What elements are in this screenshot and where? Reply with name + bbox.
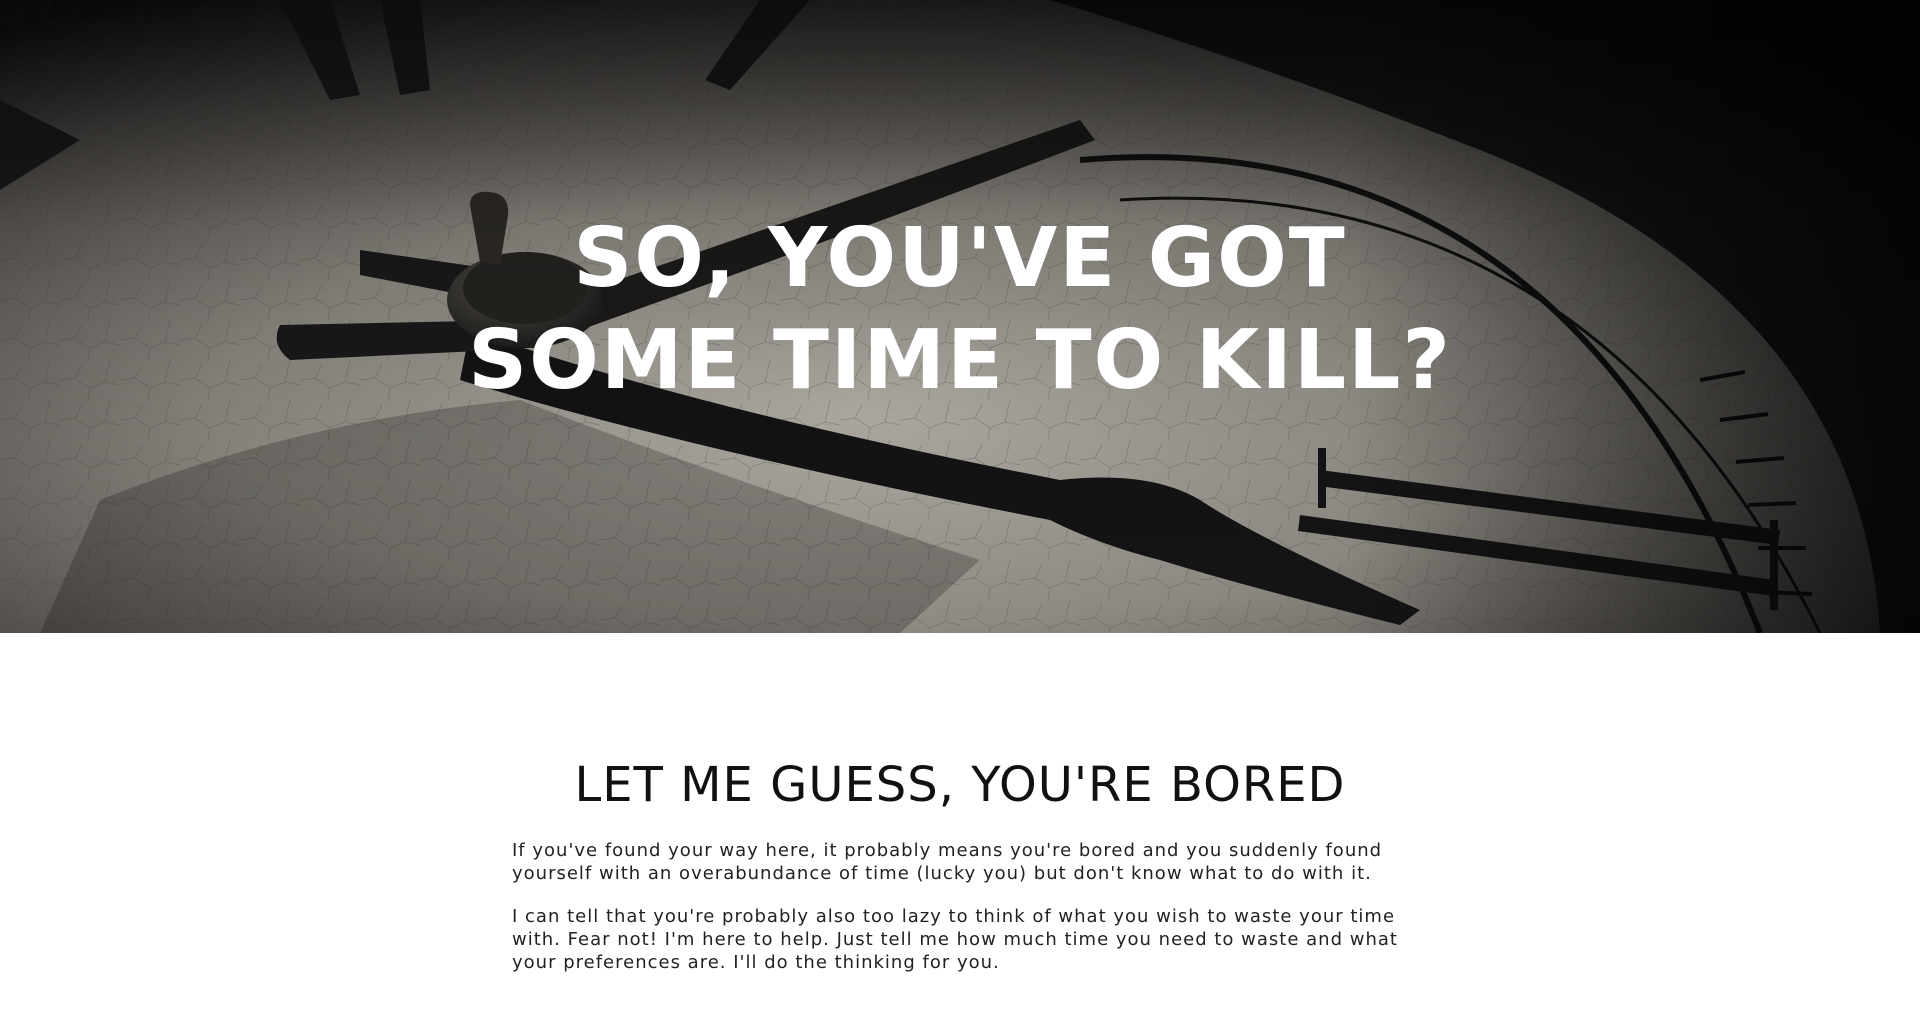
intro-paragraph-2: I can tell that you're probably also too… bbox=[512, 906, 1398, 973]
hero-title-line-1: SO, YOU'VE GOT bbox=[573, 211, 1347, 306]
intro-heading: LET ME GUESS, YOU'RE BORED bbox=[574, 757, 1346, 813]
hero-title-line-2: SOME TIME TO KILL? bbox=[468, 313, 1452, 408]
hero-banner: SO, YOU'VE GOT SOME TIME TO KILL? bbox=[0, 0, 1920, 633]
hero-title: SO, YOU'VE GOT SOME TIME TO KILL? bbox=[0, 208, 1920, 412]
intro-paragraph-1: If you've found your way here, it probab… bbox=[512, 840, 1383, 884]
intro-section: LET ME GUESS, YOU'RE BORED If you've fou… bbox=[512, 755, 1408, 994]
